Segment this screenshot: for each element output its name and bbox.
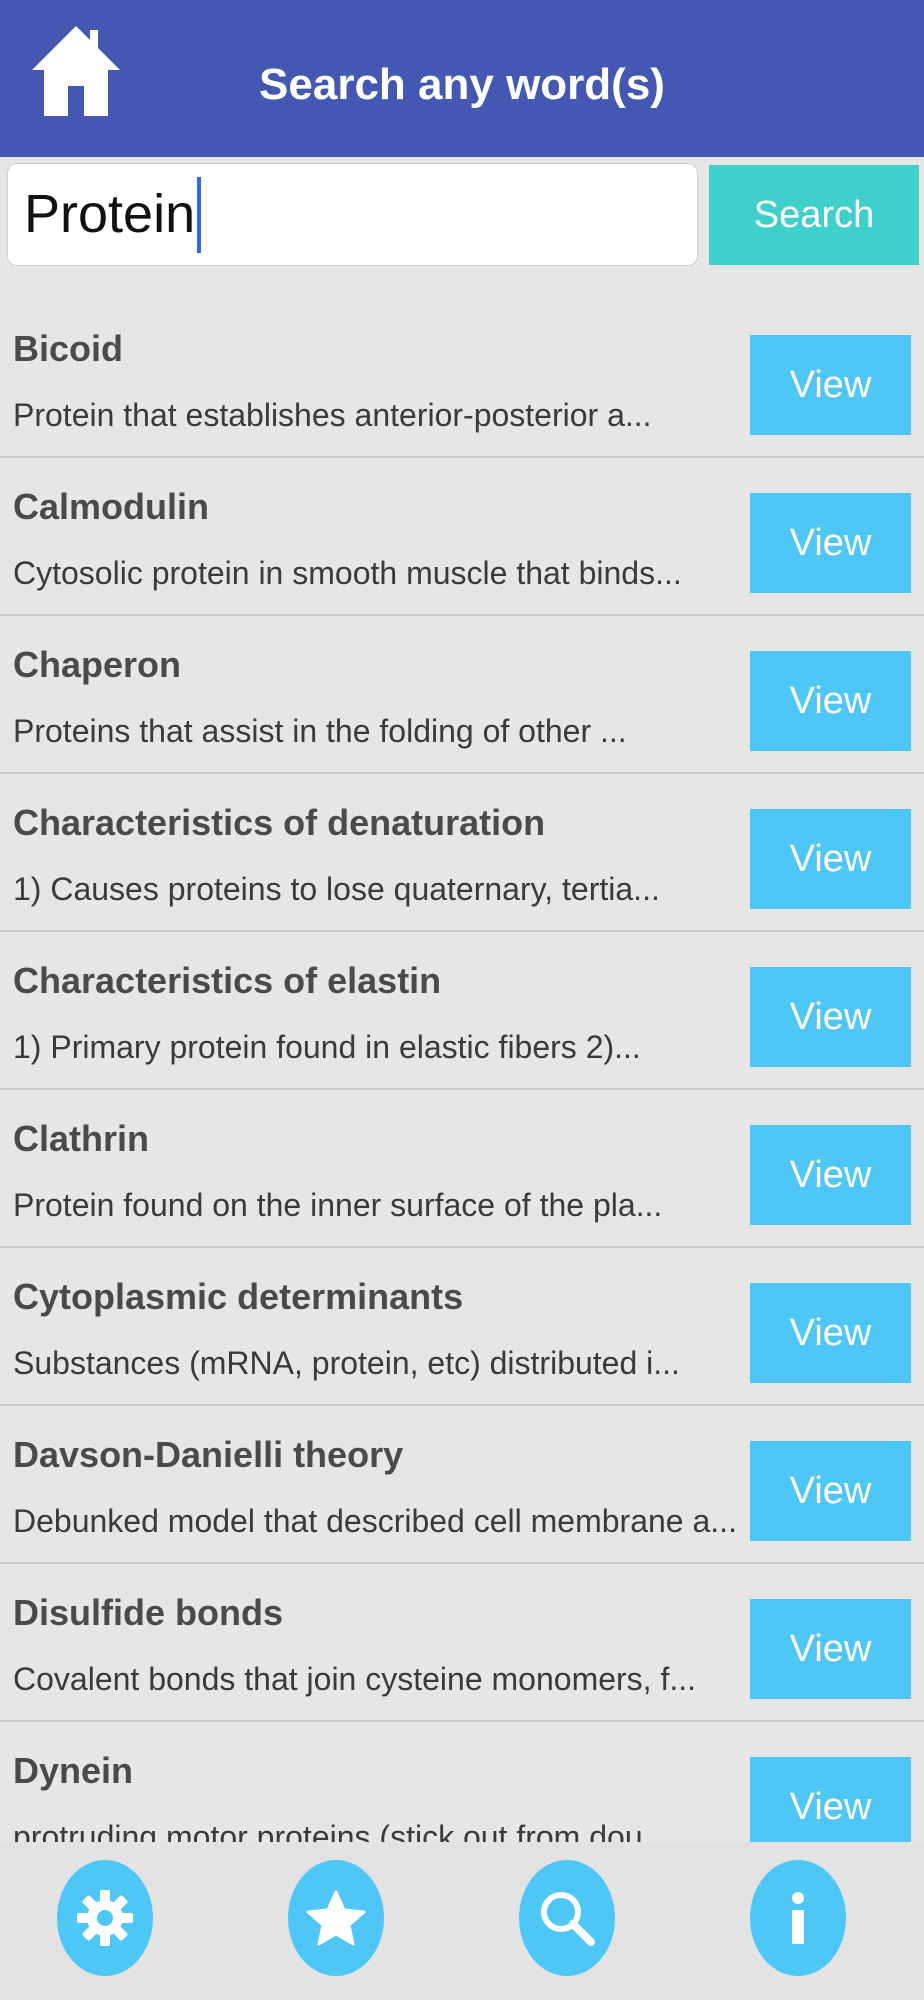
list-item-description: Covalent bonds that join cysteine monome… <box>13 1661 697 1697</box>
list-item[interactable]: Cytoplasmic determinants Substances (mRNA… <box>0 1248 924 1406</box>
list-item-description: Substances (mRNA, protein, etc) distribu… <box>13 1345 680 1381</box>
page-title: Search any word(s) <box>259 60 665 109</box>
list-item-title: Characteristics of elastin <box>13 960 442 1001</box>
list-item[interactable]: Bicoid Protein that establishes anterior-… <box>0 300 924 458</box>
search-button[interactable]: Search <box>709 165 919 265</box>
view-button[interactable]: View <box>750 1757 911 1842</box>
list-item-title: Clathrin <box>13 1118 150 1159</box>
favorites-tab[interactable] <box>288 1860 384 1976</box>
list-item-description: 1) Causes proteins to lose quaternary, t… <box>13 871 660 907</box>
text-caret <box>197 176 202 253</box>
gear-icon <box>77 1890 133 1946</box>
view-button[interactable]: View <box>750 1441 911 1541</box>
list-item-title: Disulfide bonds <box>13 1592 283 1633</box>
list-item-title: Davson-Danielli theory <box>13 1434 404 1475</box>
view-button[interactable]: View <box>750 967 911 1067</box>
list-item-title: Calmodulin <box>13 486 209 527</box>
list-item-title: Characteristics of denaturation <box>13 802 546 843</box>
view-button[interactable]: View <box>750 1599 911 1699</box>
list-item[interactable]: Dynein protruding motor proteins (stick o… <box>0 1722 924 1842</box>
list-item[interactable]: Chaperon Proteins that assist in the fold… <box>0 616 924 774</box>
search-tab[interactable] <box>519 1860 615 1976</box>
results-list[interactable]: Bicoid Protein that establishes anterior-… <box>0 300 924 1842</box>
view-button[interactable]: View <box>750 1283 911 1383</box>
view-button[interactable]: View <box>750 335 911 435</box>
list-item[interactable]: Calmodulin Cytosolic protein in smooth mu… <box>0 458 924 616</box>
search-input-value: Protein <box>24 184 196 244</box>
list-item[interactable]: Characteristics of denaturation 1) Causes… <box>0 774 924 932</box>
home-icon[interactable] <box>28 20 124 120</box>
list-item-description: Cytosolic protein in smooth muscle that … <box>13 555 682 591</box>
view-button[interactable]: View <box>750 651 911 751</box>
info-tab[interactable] <box>750 1860 846 1976</box>
list-item-title: Cytoplasmic determinants <box>13 1276 464 1317</box>
header-bar: Search any word(s) <box>0 0 924 157</box>
list-item-title: Bicoid <box>13 328 124 369</box>
info-icon <box>792 1892 804 1944</box>
list-item-description: Debunked model that described cell membr… <box>13 1503 737 1539</box>
list-item-description: Proteins that assist in the folding of o… <box>13 713 627 749</box>
search-icon <box>541 1892 595 1946</box>
list-item[interactable]: Clathrin Protein found on the inner surfa… <box>0 1090 924 1248</box>
star-icon <box>306 1890 366 1946</box>
list-item-description: Protein found on the inner surface of th… <box>13 1187 663 1223</box>
bottom-tab-bar <box>0 1842 924 2000</box>
list-item[interactable]: Davson-Danielli theory Debunked model tha… <box>0 1406 924 1564</box>
view-button[interactable]: View <box>750 493 911 593</box>
settings-tab[interactable] <box>57 1860 153 1976</box>
list-item[interactable]: Disulfide bonds Covalent bonds that join … <box>0 1564 924 1722</box>
view-button[interactable]: View <box>750 809 911 909</box>
list-item-description: 1) Primary protein found in elastic fibe… <box>13 1029 641 1065</box>
list-item[interactable]: Characteristics of elastin 1) Primary pro… <box>0 932 924 1090</box>
search-input[interactable]: Protein <box>7 163 698 266</box>
list-item-title: Chaperon <box>13 644 182 685</box>
list-item-title: Dynein <box>13 1750 134 1791</box>
search-bar: Protein Search <box>0 157 924 272</box>
list-item-description: protruding motor proteins (stick out fro… <box>13 1819 670 1842</box>
view-button[interactable]: View <box>750 1125 911 1225</box>
list-item-description: Protein that establishes anterior-poster… <box>13 397 652 433</box>
